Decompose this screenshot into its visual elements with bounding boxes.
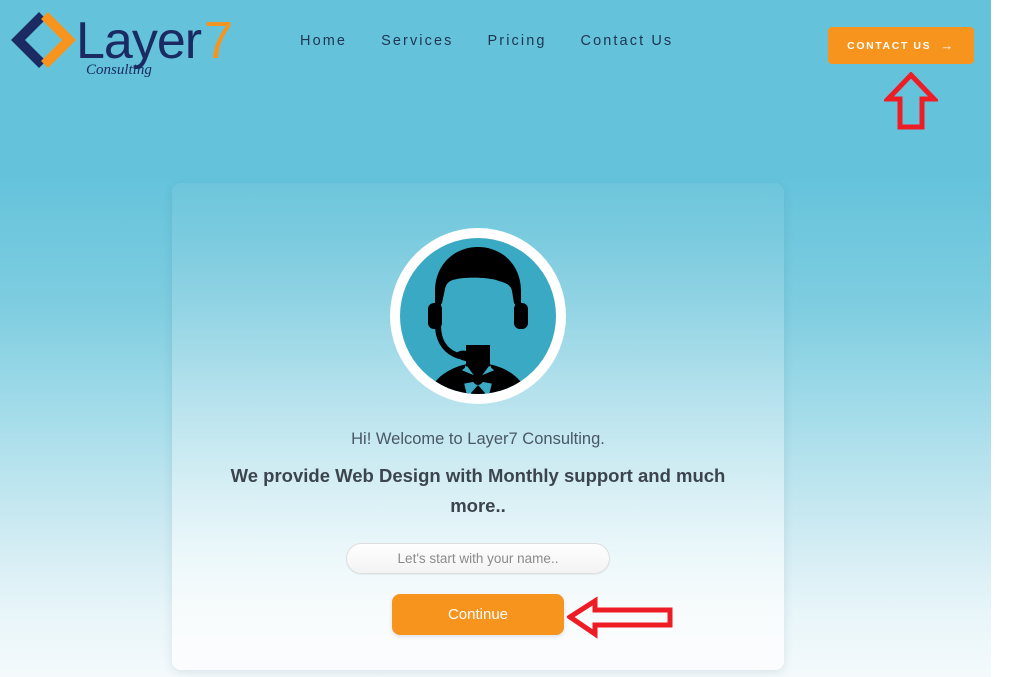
page-root: Layer 7 Consulting Home Services Pricing…	[0, 0, 1024, 677]
nav-link-services[interactable]: Services	[381, 33, 453, 49]
continue-button[interactable]: Continue	[392, 594, 564, 635]
support-agent-headset-avatar	[387, 225, 569, 407]
diamond-chevrons-icon	[11, 12, 76, 68]
chat-greeting-text: Hi! Welcome to Layer7 Consulting.	[351, 430, 605, 448]
site-logo[interactable]: Layer 7 Consulting	[8, 6, 243, 86]
main-navigation: Home Services Pricing Contact Us	[300, 33, 673, 49]
site-canvas: Layer 7 Consulting Home Services Pricing…	[0, 0, 991, 677]
svg-text:7: 7	[204, 12, 233, 70]
contact-us-cta-button[interactable]: CONTACT US →	[828, 27, 974, 64]
nav-link-pricing[interactable]: Pricing	[488, 33, 547, 49]
site-header: Layer 7 Consulting Home Services Pricing…	[0, 0, 991, 90]
nav-link-contact-us[interactable]: Contact Us	[581, 33, 674, 49]
svg-text:Consulting: Consulting	[86, 62, 152, 78]
name-input[interactable]	[346, 543, 610, 574]
chat-tagline-text: We provide Web Design with Monthly suppo…	[230, 465, 726, 516]
contact-us-cta-label: CONTACT US	[847, 39, 932, 52]
nav-link-home[interactable]: Home	[300, 33, 347, 49]
arrow-right-icon: →	[940, 38, 955, 53]
chat-widget-card: Hi! Welcome to Layer7 Consulting. We pro…	[172, 183, 784, 670]
